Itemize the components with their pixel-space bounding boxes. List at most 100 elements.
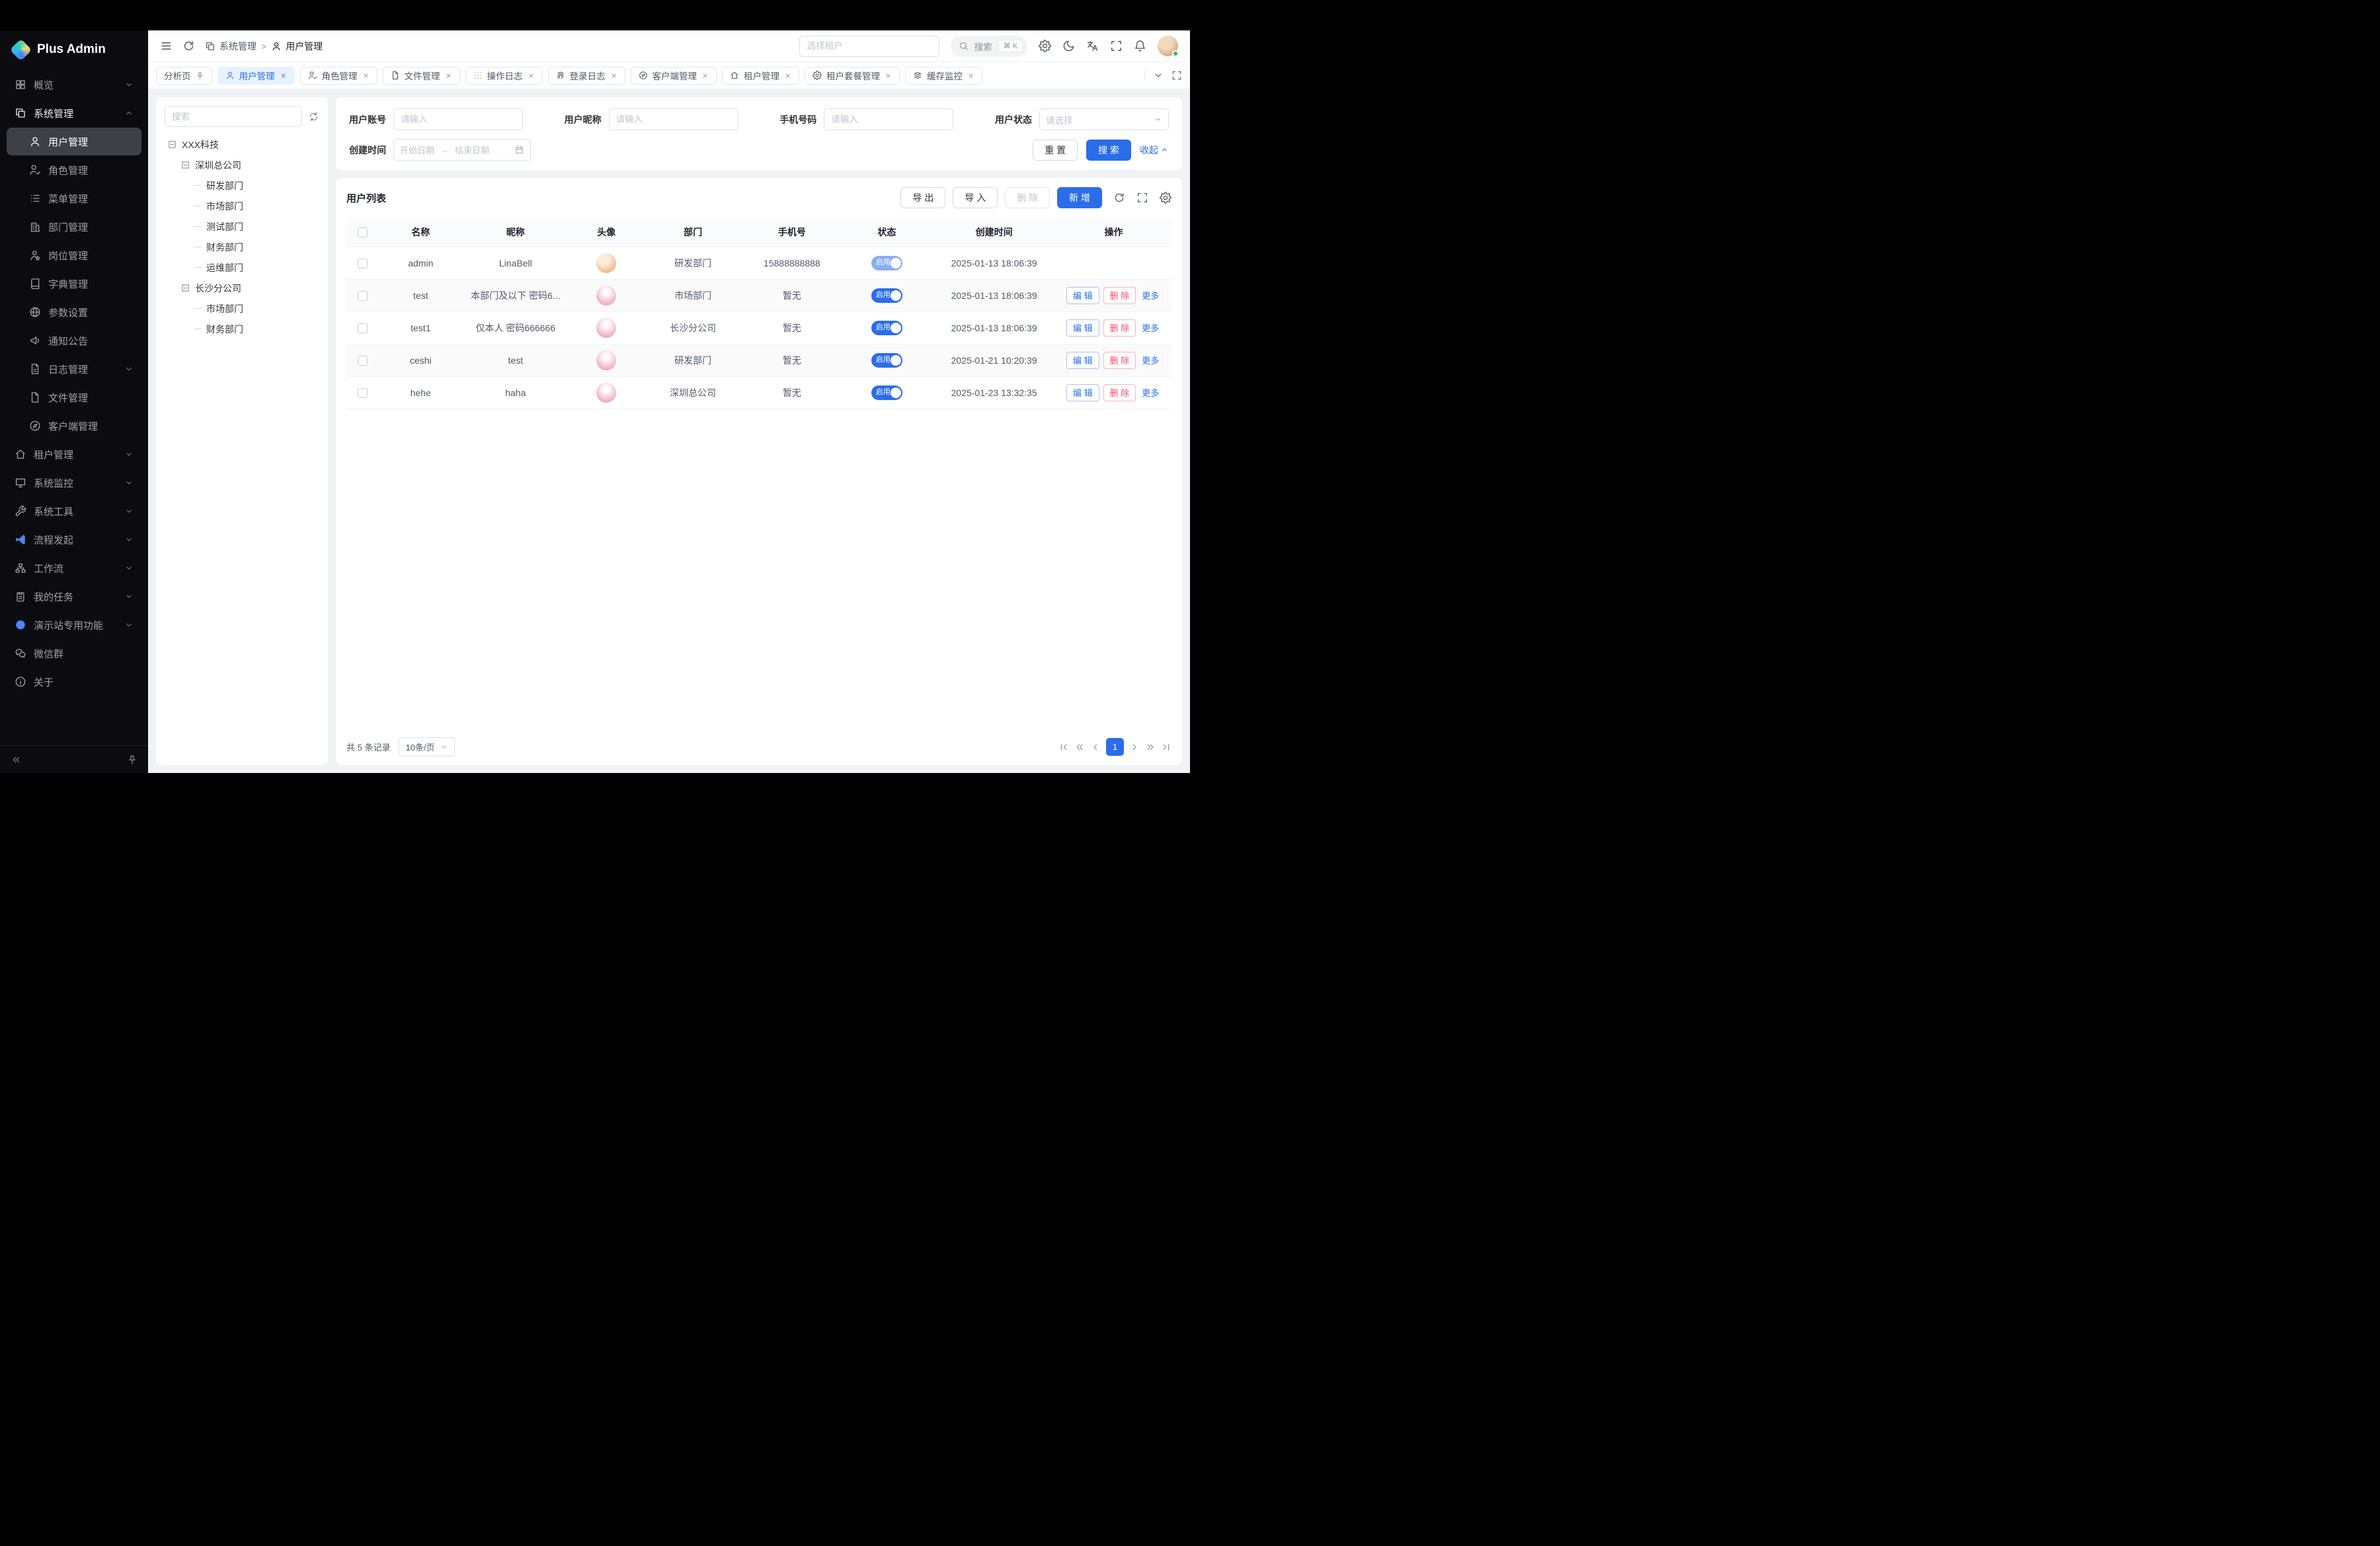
- collapse-node-icon[interactable]: [180, 160, 190, 170]
- status-toggle[interactable]: 启用: [871, 288, 902, 303]
- prev-page-button[interactable]: [1090, 742, 1101, 753]
- filter-account-input[interactable]: [393, 108, 523, 130]
- filter-status-select[interactable]: 请选择: [1039, 108, 1169, 130]
- global-search-button[interactable]: 搜索 ⌘ K: [951, 36, 1027, 57]
- settings-gear-icon[interactable]: [1039, 40, 1051, 52]
- pin-icon[interactable]: [196, 71, 204, 80]
- tree-node[interactable]: 测试部门: [165, 216, 319, 237]
- tree-node[interactable]: 研发部门: [165, 175, 319, 196]
- status-toggle[interactable]: 启用: [871, 321, 902, 335]
- sidebar-item-tenant[interactable]: 租户管理: [7, 440, 141, 468]
- breadcrumb-system[interactable]: 系统管理: [205, 40, 257, 53]
- tree-node[interactable]: 财务部门: [165, 319, 319, 339]
- status-toggle[interactable]: 启用: [871, 386, 902, 400]
- sidebar-item-log[interactable]: 日志管理: [7, 355, 141, 383]
- edit-row-button[interactable]: 编 辑: [1066, 319, 1099, 337]
- tab-file[interactable]: 文件管理: [383, 67, 460, 85]
- forward-10-pages-button[interactable]: [1145, 742, 1156, 753]
- close-tab-icon[interactable]: [528, 72, 535, 79]
- more-row-button[interactable]: 更多: [1140, 319, 1161, 337]
- sidebar-item-overview[interactable]: 概览: [7, 71, 141, 99]
- select-all-checkbox[interactable]: [358, 227, 368, 237]
- close-tab-icon[interactable]: [610, 72, 617, 79]
- tree-node[interactable]: 财务部门: [165, 237, 319, 257]
- status-toggle[interactable]: 启用: [871, 256, 902, 270]
- tree-node[interactable]: 市场部门: [165, 298, 319, 319]
- collapse-node-icon[interactable]: [167, 140, 177, 149]
- tab-fullscreen-button[interactable]: [1171, 70, 1182, 81]
- more-row-button[interactable]: 更多: [1140, 384, 1161, 401]
- sidebar-item-post[interactable]: 岗位管理: [7, 241, 141, 269]
- sync-tree-button[interactable]: [308, 111, 319, 122]
- breadcrumb-user-management[interactable]: 用户管理: [271, 40, 323, 53]
- del-row-button[interactable]: 删 除: [1103, 352, 1136, 369]
- more-row-button[interactable]: 更多: [1140, 352, 1161, 369]
- tab-list-dropdown-button[interactable]: [1153, 70, 1164, 81]
- sidebar-item-dict[interactable]: 字典管理: [7, 270, 141, 298]
- add-button[interactable]: 新 增: [1057, 187, 1102, 208]
- edit-row-button[interactable]: 编 辑: [1066, 287, 1099, 304]
- close-tab-icon[interactable]: [701, 72, 709, 79]
- tree-node[interactable]: 运维部门: [165, 257, 319, 278]
- tab-role[interactable]: 角色管理: [300, 67, 377, 85]
- tab-client[interactable]: 客户端管理: [631, 67, 717, 85]
- tree-node[interactable]: 深圳总公司: [165, 155, 319, 175]
- page-number-1[interactable]: 1: [1106, 738, 1124, 756]
- sidebar-item-about[interactable]: 关于: [7, 668, 141, 696]
- sidebar-item-role[interactable]: 角色管理: [7, 156, 141, 184]
- sidebar-item-dept[interactable]: 部门管理: [7, 213, 141, 241]
- del-row-button[interactable]: 删 除: [1103, 319, 1136, 337]
- tab-user[interactable]: 用户管理: [218, 67, 295, 85]
- notifications-bell-icon[interactable]: [1134, 40, 1146, 52]
- hamburger-menu-icon[interactable]: [160, 40, 173, 52]
- filter-phone-input[interactable]: [824, 108, 953, 130]
- search-button[interactable]: 搜 索: [1086, 140, 1131, 161]
- collapse-node-icon[interactable]: [180, 283, 190, 293]
- more-row-button[interactable]: 更多: [1140, 287, 1161, 304]
- sidebar-item-param[interactable]: 参数设置: [7, 298, 141, 326]
- translate-icon[interactable]: [1086, 40, 1099, 52]
- tenant-select-input[interactable]: [799, 36, 939, 57]
- row-checkbox[interactable]: [358, 259, 368, 268]
- sidebar-item-workflow[interactable]: 工作流: [7, 554, 141, 582]
- sidebar-item-client[interactable]: 客户端管理: [7, 412, 141, 440]
- sidebar-item-system[interactable]: 系统管理: [7, 99, 141, 127]
- tab-tenant-package[interactable]: 租户套餐管理: [805, 67, 900, 85]
- close-tab-icon[interactable]: [784, 72, 791, 79]
- close-tab-icon[interactable]: [362, 72, 370, 79]
- filter-created-daterange[interactable]: 开始日期 → 结束日期: [393, 139, 531, 161]
- tab-login-log[interactable]: 登录日志: [548, 67, 625, 85]
- tree-node[interactable]: 市场部门: [165, 196, 319, 216]
- import-button[interactable]: 导 入: [953, 187, 998, 208]
- back-10-pages-button[interactable]: [1074, 742, 1085, 753]
- collapse-sidebar-button[interactable]: [11, 754, 21, 765]
- sidebar-item-notice[interactable]: 通知公告: [7, 327, 141, 354]
- row-checkbox[interactable]: [358, 323, 368, 333]
- refresh-page-icon[interactable]: [182, 40, 195, 52]
- fullscreen-icon[interactable]: [1110, 40, 1123, 52]
- row-checkbox[interactable]: [358, 388, 368, 398]
- last-page-button[interactable]: [1161, 742, 1171, 753]
- export-button[interactable]: 导 出: [900, 187, 945, 208]
- edit-row-button[interactable]: 编 辑: [1066, 352, 1099, 369]
- dark-mode-moon-icon[interactable]: [1062, 40, 1075, 52]
- tree-node[interactable]: XXX科技: [165, 134, 319, 155]
- sidebar-item-user[interactable]: 用户管理: [7, 128, 141, 155]
- status-toggle[interactable]: 启用: [871, 353, 902, 368]
- tab-ops-log[interactable]: 操作日志: [465, 67, 543, 85]
- page-size-select[interactable]: 10条/页: [399, 737, 454, 756]
- collapse-filters-button[interactable]: 收起: [1140, 143, 1169, 157]
- next-page-button[interactable]: [1129, 742, 1140, 753]
- delete-button[interactable]: 删 除: [1005, 187, 1050, 208]
- column-settings-button[interactable]: [1160, 192, 1171, 204]
- tab-tenant[interactable]: 租户管理: [722, 67, 799, 85]
- tab-cache[interactable]: 缓存监控: [905, 67, 982, 85]
- pin-sidebar-button[interactable]: [127, 754, 138, 765]
- close-tab-icon[interactable]: [280, 72, 287, 79]
- close-tab-icon[interactable]: [885, 72, 892, 79]
- row-checkbox[interactable]: [358, 291, 368, 301]
- sidebar-item-tools[interactable]: 系统工具: [7, 497, 141, 525]
- row-checkbox[interactable]: [358, 356, 368, 366]
- sidebar-item-file[interactable]: 文件管理: [7, 384, 141, 411]
- sidebar-item-demo[interactable]: 演示站专用功能: [7, 611, 141, 639]
